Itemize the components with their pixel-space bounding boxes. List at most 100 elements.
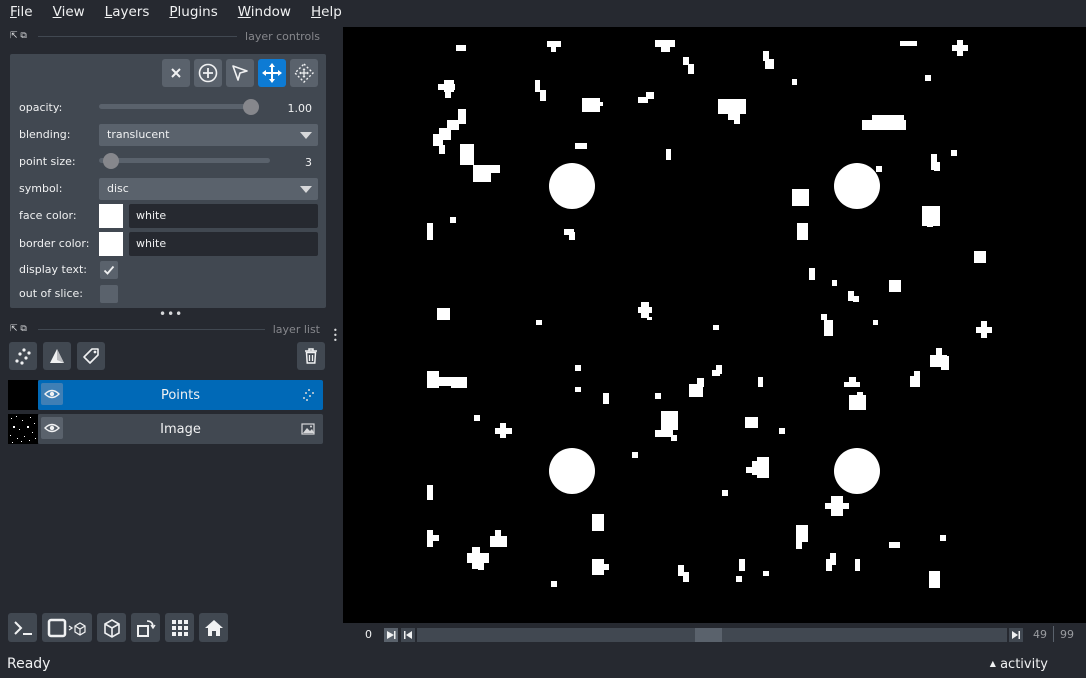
blending-dropdown[interactable]: translucent (99, 124, 318, 146)
reset-view-button[interactable] (199, 613, 228, 642)
points-icon (15, 348, 31, 365)
home-icon (204, 619, 223, 636)
step-back-button[interactable] (401, 628, 415, 642)
point-size-slider-handle[interactable] (103, 153, 119, 169)
point-size-value: 3 (305, 156, 312, 169)
symbol-value: disc (107, 182, 129, 195)
label-tag-icon (83, 348, 99, 364)
point-size-slider[interactable] (99, 158, 270, 163)
layer-controls-header: ⇱ ⧉ layer controls (0, 28, 326, 44)
image-speckles (427, 40, 992, 588)
skip-to-end-icon (1012, 631, 1020, 639)
roll-dimensions-button[interactable] (97, 613, 126, 642)
dims-start-label: 0 (365, 628, 372, 641)
chevron-down-icon (300, 132, 312, 139)
opacity-label: opacity: (19, 101, 63, 114)
menu-plugins[interactable]: Plugins (159, 0, 227, 24)
menu-layers[interactable]: Layers (95, 0, 160, 24)
activity-button[interactable]: ▲ activity (990, 657, 1048, 672)
chevron-up-icon: ▲ (989, 659, 996, 668)
dock-float-close-icons[interactable]: ⇱ ⧉ (0, 324, 30, 334)
out-of-slice-label: out of slice: (19, 287, 83, 300)
point-marker[interactable] (549, 163, 595, 209)
play-button[interactable] (384, 628, 398, 642)
opacity-value: 1.00 (287, 102, 313, 115)
divider (38, 328, 265, 330)
activity-label: activity (1000, 657, 1048, 672)
add-circle-icon (198, 63, 218, 83)
menu-window[interactable]: Window (228, 0, 301, 24)
status-text: Ready (7, 656, 51, 672)
dims-slider-thumb[interactable] (695, 628, 722, 642)
face-color-swatch[interactable] (99, 204, 123, 228)
opacity-slider-handle[interactable] (243, 99, 259, 115)
point-marker[interactable] (549, 448, 595, 494)
layer-row-points[interactable]: Points (38, 380, 323, 410)
transform-icon (294, 63, 314, 83)
skip-to-start-icon (404, 631, 412, 639)
layer-list-header: ⇱ ⧉ layer list (0, 321, 326, 337)
menu-help[interactable]: Help (301, 0, 352, 24)
new-shapes-layer-button[interactable] (43, 342, 71, 370)
points-layer-thumbnail (8, 380, 38, 410)
delete-layer-button[interactable] (297, 342, 325, 370)
layer-row-image[interactable]: Image (38, 414, 323, 444)
layer-list-title: layer list (272, 322, 320, 336)
rotate-square-icon (136, 619, 156, 637)
grid-icon (171, 619, 188, 636)
transform-layer-button[interactable] (290, 59, 318, 87)
image-icon (301, 423, 315, 435)
menu-file[interactable]: File (0, 0, 43, 24)
select-points-button[interactable] (226, 59, 254, 87)
shapes-icon (50, 349, 64, 363)
dims-max-label: 99 (1060, 628, 1074, 641)
dims-current-label[interactable]: 49 (1033, 628, 1047, 641)
step-forward-button[interactable] (1009, 628, 1023, 642)
divider (38, 35, 238, 37)
layer-controls-panel: opacity: 1.00 blending: translucent poin… (10, 54, 326, 308)
face-color-input[interactable]: white (129, 204, 318, 228)
dock-splitter-handle[interactable]: ••• (159, 308, 183, 320)
menubar: File View Layers Plugins Window Help (0, 0, 1086, 24)
layer-name-image[interactable]: Image (38, 422, 323, 437)
dock-float-close-icons[interactable]: ⇱ ⧉ (0, 31, 30, 41)
layer-name-points[interactable]: Points (38, 388, 323, 403)
status-bar: Ready ▲ activity (0, 652, 1086, 678)
blending-label: blending: (19, 128, 71, 141)
out-of-slice-checkbox[interactable] (100, 285, 118, 303)
point-marker[interactable] (834, 163, 880, 209)
cube-icon (103, 618, 120, 638)
point-marker[interactable] (834, 448, 880, 494)
dims-slider-bar: 0 49 99 (343, 624, 1086, 646)
checkmark-icon (103, 265, 115, 275)
new-labels-layer-button[interactable] (77, 342, 105, 370)
layer-controls-title: layer controls (245, 29, 320, 43)
toggle-ndisplay-button[interactable] (42, 613, 92, 642)
move-arrows-icon (262, 63, 282, 83)
grid-mode-button[interactable] (165, 613, 194, 642)
menu-view[interactable]: View (43, 0, 95, 24)
console-button[interactable] (8, 613, 37, 642)
blending-value: translucent (107, 128, 170, 141)
opacity-slider[interactable] (99, 104, 259, 109)
trash-icon (305, 348, 317, 364)
delete-selected-points-button[interactable] (162, 59, 190, 87)
border-color-input[interactable]: white (129, 232, 318, 256)
point-size-label: point size: (19, 155, 76, 168)
symbol-dropdown[interactable]: disc (99, 178, 318, 200)
viewer-canvas[interactable] (343, 27, 1086, 623)
play-icon (387, 631, 396, 639)
border-color-label: border color: (19, 237, 90, 250)
add-points-button[interactable] (194, 59, 222, 87)
image-layer-thumbnail (8, 414, 38, 444)
new-points-layer-button[interactable] (9, 342, 37, 370)
border-color-swatch[interactable] (99, 232, 123, 256)
display-text-label: display text: (19, 263, 87, 276)
pan-zoom-button[interactable] (258, 59, 286, 87)
transpose-dimensions-button[interactable] (131, 613, 160, 642)
image-layer-render (427, 40, 992, 588)
dock-resize-handle[interactable]: • • • (333, 327, 338, 345)
display-text-checkbox[interactable] (100, 261, 118, 279)
select-arrow-icon (232, 65, 248, 81)
face-color-label: face color: (19, 209, 77, 222)
